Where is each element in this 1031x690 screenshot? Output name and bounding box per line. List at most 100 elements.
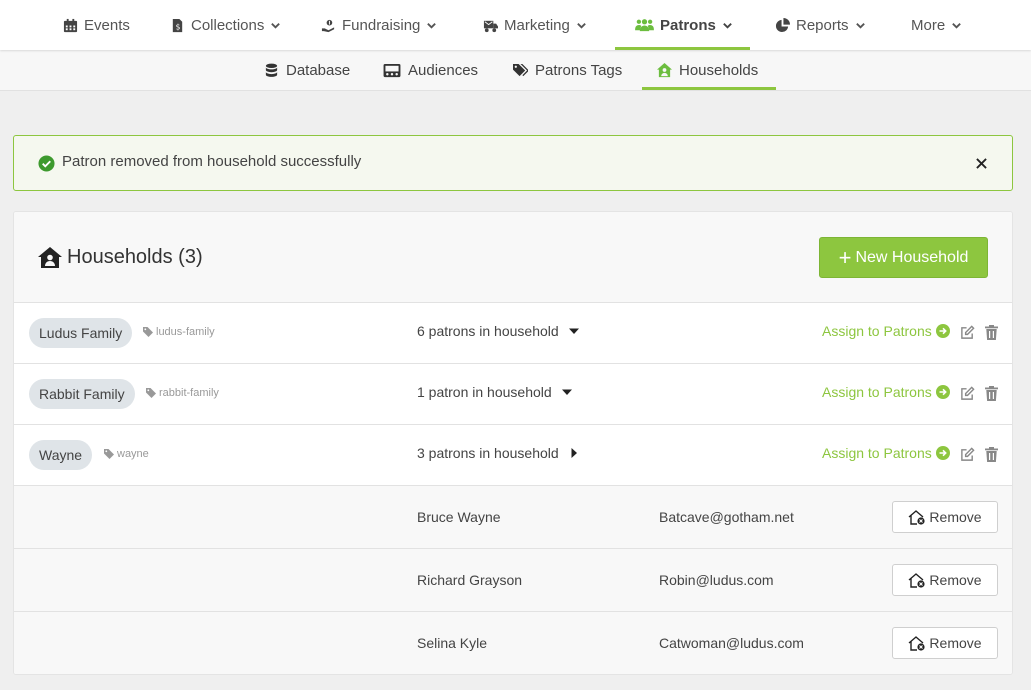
chevron-down-icon xyxy=(855,22,865,29)
calendar-icon xyxy=(63,18,78,32)
chevron-down-icon xyxy=(952,22,962,29)
subnav-audiences[interactable]: Audiences xyxy=(383,50,478,90)
house-user-icon xyxy=(657,62,672,77)
household-name[interactable]: Rabbit Family xyxy=(29,379,135,409)
chevron-down-icon xyxy=(427,22,437,29)
household-slug: ludus-family xyxy=(143,326,215,338)
tag-icon xyxy=(104,449,114,459)
household-patron-count-toggle[interactable]: 6 patrons in household xyxy=(417,323,579,339)
household-slug: rabbit-family xyxy=(146,387,219,399)
nav-active-indicator xyxy=(615,47,750,50)
subnav-active-indicator xyxy=(642,87,776,90)
subnav-households-label: Households xyxy=(679,61,759,79)
nav-marketing-label: Marketing xyxy=(504,16,570,34)
nav-reports-label: Reports xyxy=(796,16,849,34)
patron-count-label: 3 patrons in household xyxy=(417,445,559,461)
nav-marketing[interactable]: Marketing xyxy=(483,0,587,50)
chevron-down-icon xyxy=(577,22,586,29)
household-row: Rabbit Family rabbit-family 1 patron in … xyxy=(14,364,1012,425)
member-name: Bruce Wayne xyxy=(417,509,501,525)
receipt-icon: $ xyxy=(172,18,183,32)
new-household-label: New Household xyxy=(855,248,969,266)
patron-count-label: 6 patrons in household xyxy=(417,323,559,339)
household-patron-count-toggle[interactable]: 3 patrons in household xyxy=(417,445,579,461)
caret-right-icon xyxy=(571,448,577,458)
alert-close-button[interactable] xyxy=(970,152,992,174)
plus-icon: + xyxy=(838,244,852,270)
remove-member-button[interactable]: Remove xyxy=(892,627,998,659)
member-name: Selina Kyle xyxy=(417,635,488,651)
nav-collections[interactable]: $ Collections xyxy=(170,0,281,50)
subnav-households[interactable]: Households xyxy=(657,50,758,90)
member-name: Richard Grayson xyxy=(417,572,523,588)
assign-to-patrons-link[interactable]: Assign to Patrons xyxy=(822,323,950,339)
arrow-circle-right-icon xyxy=(935,324,950,338)
mail-truck-icon xyxy=(483,20,498,32)
house-remove-icon xyxy=(908,635,926,651)
subnav-audiences-label: Audiences xyxy=(408,61,479,79)
household-slug: wayne xyxy=(104,448,149,460)
trash-icon[interactable] xyxy=(985,386,998,401)
edit-icon[interactable] xyxy=(960,386,975,401)
remove-label: Remove xyxy=(929,509,982,525)
assign-label: Assign to Patrons xyxy=(822,323,932,339)
remove-member-button[interactable]: Remove xyxy=(892,564,998,596)
trash-icon[interactable] xyxy=(985,325,998,340)
success-alert: Patron removed from household successful… xyxy=(13,135,1013,191)
nav-reports[interactable]: Reports xyxy=(775,0,866,50)
caret-down-icon xyxy=(561,389,572,395)
nav-collections-label: Collections xyxy=(191,16,265,34)
household-slug-text: rabbit-family xyxy=(159,387,219,399)
households-card: Households (3) + New Household Ludus Fam… xyxy=(13,211,1013,675)
household-name[interactable]: Wayne xyxy=(29,440,93,470)
trash-icon[interactable] xyxy=(985,447,998,462)
nav-patrons[interactable]: Patrons xyxy=(635,0,733,50)
nav-more[interactable]: More xyxy=(911,0,962,50)
pie-chart-icon xyxy=(775,17,790,32)
nav-events-label: Events xyxy=(84,16,130,34)
household-name[interactable]: Ludus Family xyxy=(29,318,133,348)
hand-donate-icon xyxy=(321,19,335,32)
subnav-database-label: Database xyxy=(286,61,351,79)
svg-text:$: $ xyxy=(176,22,181,31)
house-user-icon xyxy=(38,247,62,268)
tag-icon xyxy=(146,388,156,398)
chevron-down-icon xyxy=(271,22,281,29)
edit-icon[interactable] xyxy=(960,447,975,462)
household-patron-count-toggle[interactable]: 1 patron in household xyxy=(417,384,572,400)
household-row: Wayne wayne 3 patrons in household Assig… xyxy=(14,425,1012,486)
assign-to-patrons-link[interactable]: Assign to Patrons xyxy=(822,384,950,400)
arrow-circle-right-icon xyxy=(935,385,950,399)
top-navigation: Events $ Collections Fundraising Marketi… xyxy=(0,0,1031,50)
edit-icon[interactable] xyxy=(960,325,975,340)
assign-to-patrons-link[interactable]: Assign to Patrons xyxy=(822,445,950,461)
remove-member-button[interactable]: Remove xyxy=(892,501,998,533)
household-slug-text: wayne xyxy=(117,448,149,460)
tag-icon xyxy=(143,327,153,337)
subnav-database[interactable]: Database xyxy=(264,50,350,90)
tags-icon xyxy=(513,63,528,76)
arrow-circle-right-icon xyxy=(935,446,950,460)
assign-label: Assign to Patrons xyxy=(822,445,932,461)
household-row: Ludus Family ludus-family 6 patrons in h… xyxy=(14,303,1012,364)
new-household-button[interactable]: + New Household xyxy=(819,237,988,278)
check-circle-icon xyxy=(38,155,55,172)
member-email: Robin@ludus.com xyxy=(659,572,774,588)
close-icon xyxy=(975,157,987,169)
household-slug-text: ludus-family xyxy=(156,326,215,338)
subnav-patrons-tags[interactable]: Patrons Tags xyxy=(513,50,622,90)
audience-icon xyxy=(383,63,401,77)
users-icon xyxy=(635,18,654,31)
nav-fundraising-label: Fundraising xyxy=(342,16,421,34)
house-remove-icon xyxy=(908,572,926,588)
nav-fundraising[interactable]: Fundraising xyxy=(321,0,437,50)
member-email: Batcave@gotham.net xyxy=(659,509,794,525)
caret-down-icon xyxy=(568,328,579,334)
chevron-down-icon xyxy=(723,22,732,29)
card-header: Households (3) + New Household xyxy=(14,212,1012,303)
remove-label: Remove xyxy=(929,635,982,651)
database-icon xyxy=(265,63,278,77)
page-title: Households (3) xyxy=(67,246,203,268)
patron-count-label: 1 patron in household xyxy=(417,384,552,400)
nav-events[interactable]: Events xyxy=(63,0,130,50)
